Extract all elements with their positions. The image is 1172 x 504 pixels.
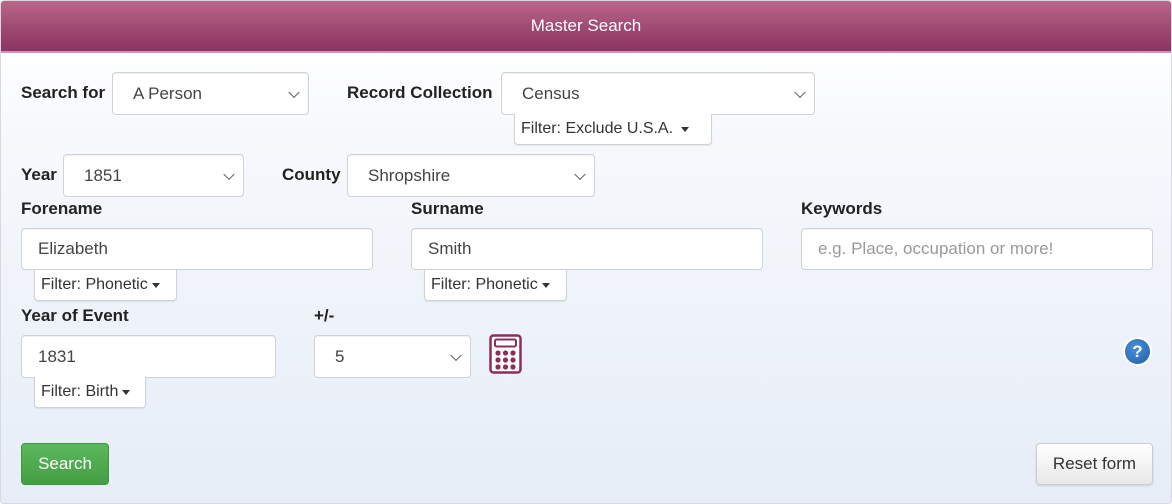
surname-label: Surname — [411, 199, 484, 218]
caret-down-icon — [151, 282, 160, 288]
county-label: County — [282, 165, 341, 184]
county-select[interactable]: Shropshire — [347, 154, 595, 197]
panel-header: Master Search — [1, 1, 1171, 53]
caret-down-icon — [541, 282, 550, 288]
record-collection-value: Census — [522, 83, 580, 103]
forename-filter-label: Filter: Phonetic — [41, 276, 148, 293]
chevron-down-icon — [223, 168, 235, 180]
record-collection-filter-label: Filter: Exclude U.S.A. — [521, 120, 674, 137]
year-of-event-filter-label: Filter: Birth — [41, 383, 119, 400]
search-button[interactable]: Search — [21, 443, 109, 485]
forename-label: Forename — [21, 199, 103, 218]
surname-filter-dropdown[interactable]: Filter: Phonetic — [424, 270, 567, 301]
reset-form-button[interactable]: Reset form — [1036, 443, 1153, 485]
question-circle-icon[interactable]: ? — [1125, 339, 1150, 364]
keywords-placeholder: e.g. Place, occupation or more! — [818, 239, 1054, 258]
calculator-icon[interactable] — [489, 334, 522, 374]
keywords-label: Keywords — [801, 199, 883, 218]
record-collection-select[interactable]: Census — [501, 72, 815, 115]
year-of-event-filter-dropdown[interactable]: Filter: Birth — [34, 377, 146, 408]
year-select[interactable]: 1851 — [63, 154, 244, 197]
year-of-event-value: 1831 — [38, 346, 76, 366]
year-value: 1851 — [84, 165, 122, 185]
chevron-down-icon — [574, 168, 586, 180]
search-for-label: Search for — [21, 83, 106, 102]
plus-minus-label: +/- — [314, 306, 335, 325]
year-of-event-input[interactable]: 1831 — [21, 335, 276, 378]
keywords-input[interactable]: e.g. Place, occupation or more! — [801, 228, 1153, 270]
chevron-down-icon — [794, 86, 806, 98]
county-value: Shropshire — [368, 165, 451, 185]
surname-input[interactable]: Smith — [411, 228, 763, 270]
chevron-down-icon — [288, 86, 300, 98]
help-glyph: ? — [1132, 341, 1143, 361]
search-for-value: A Person — [133, 83, 202, 103]
record-collection-label: Record Collection — [347, 83, 493, 102]
caret-down-icon — [122, 389, 131, 395]
year-label: Year — [21, 165, 57, 184]
forename-input[interactable]: Elizabeth — [21, 228, 373, 270]
plus-minus-value: 5 — [335, 346, 345, 366]
forename-filter-dropdown[interactable]: Filter: Phonetic — [34, 270, 177, 301]
chevron-down-icon — [450, 349, 462, 361]
search-for-select[interactable]: A Person — [112, 72, 309, 115]
surname-value: Smith — [428, 239, 472, 258]
forename-value: Elizabeth — [38, 239, 108, 258]
record-collection-filter-dropdown[interactable]: Filter: Exclude U.S.A. — [514, 114, 712, 145]
caret-down-icon — [681, 126, 690, 132]
plus-minus-select[interactable]: 5 — [314, 335, 471, 378]
master-search-panel: Master Search Search for A Person Record… — [0, 0, 1172, 504]
surname-filter-label: Filter: Phonetic — [431, 276, 538, 293]
year-of-event-label: Year of Event — [21, 306, 129, 325]
